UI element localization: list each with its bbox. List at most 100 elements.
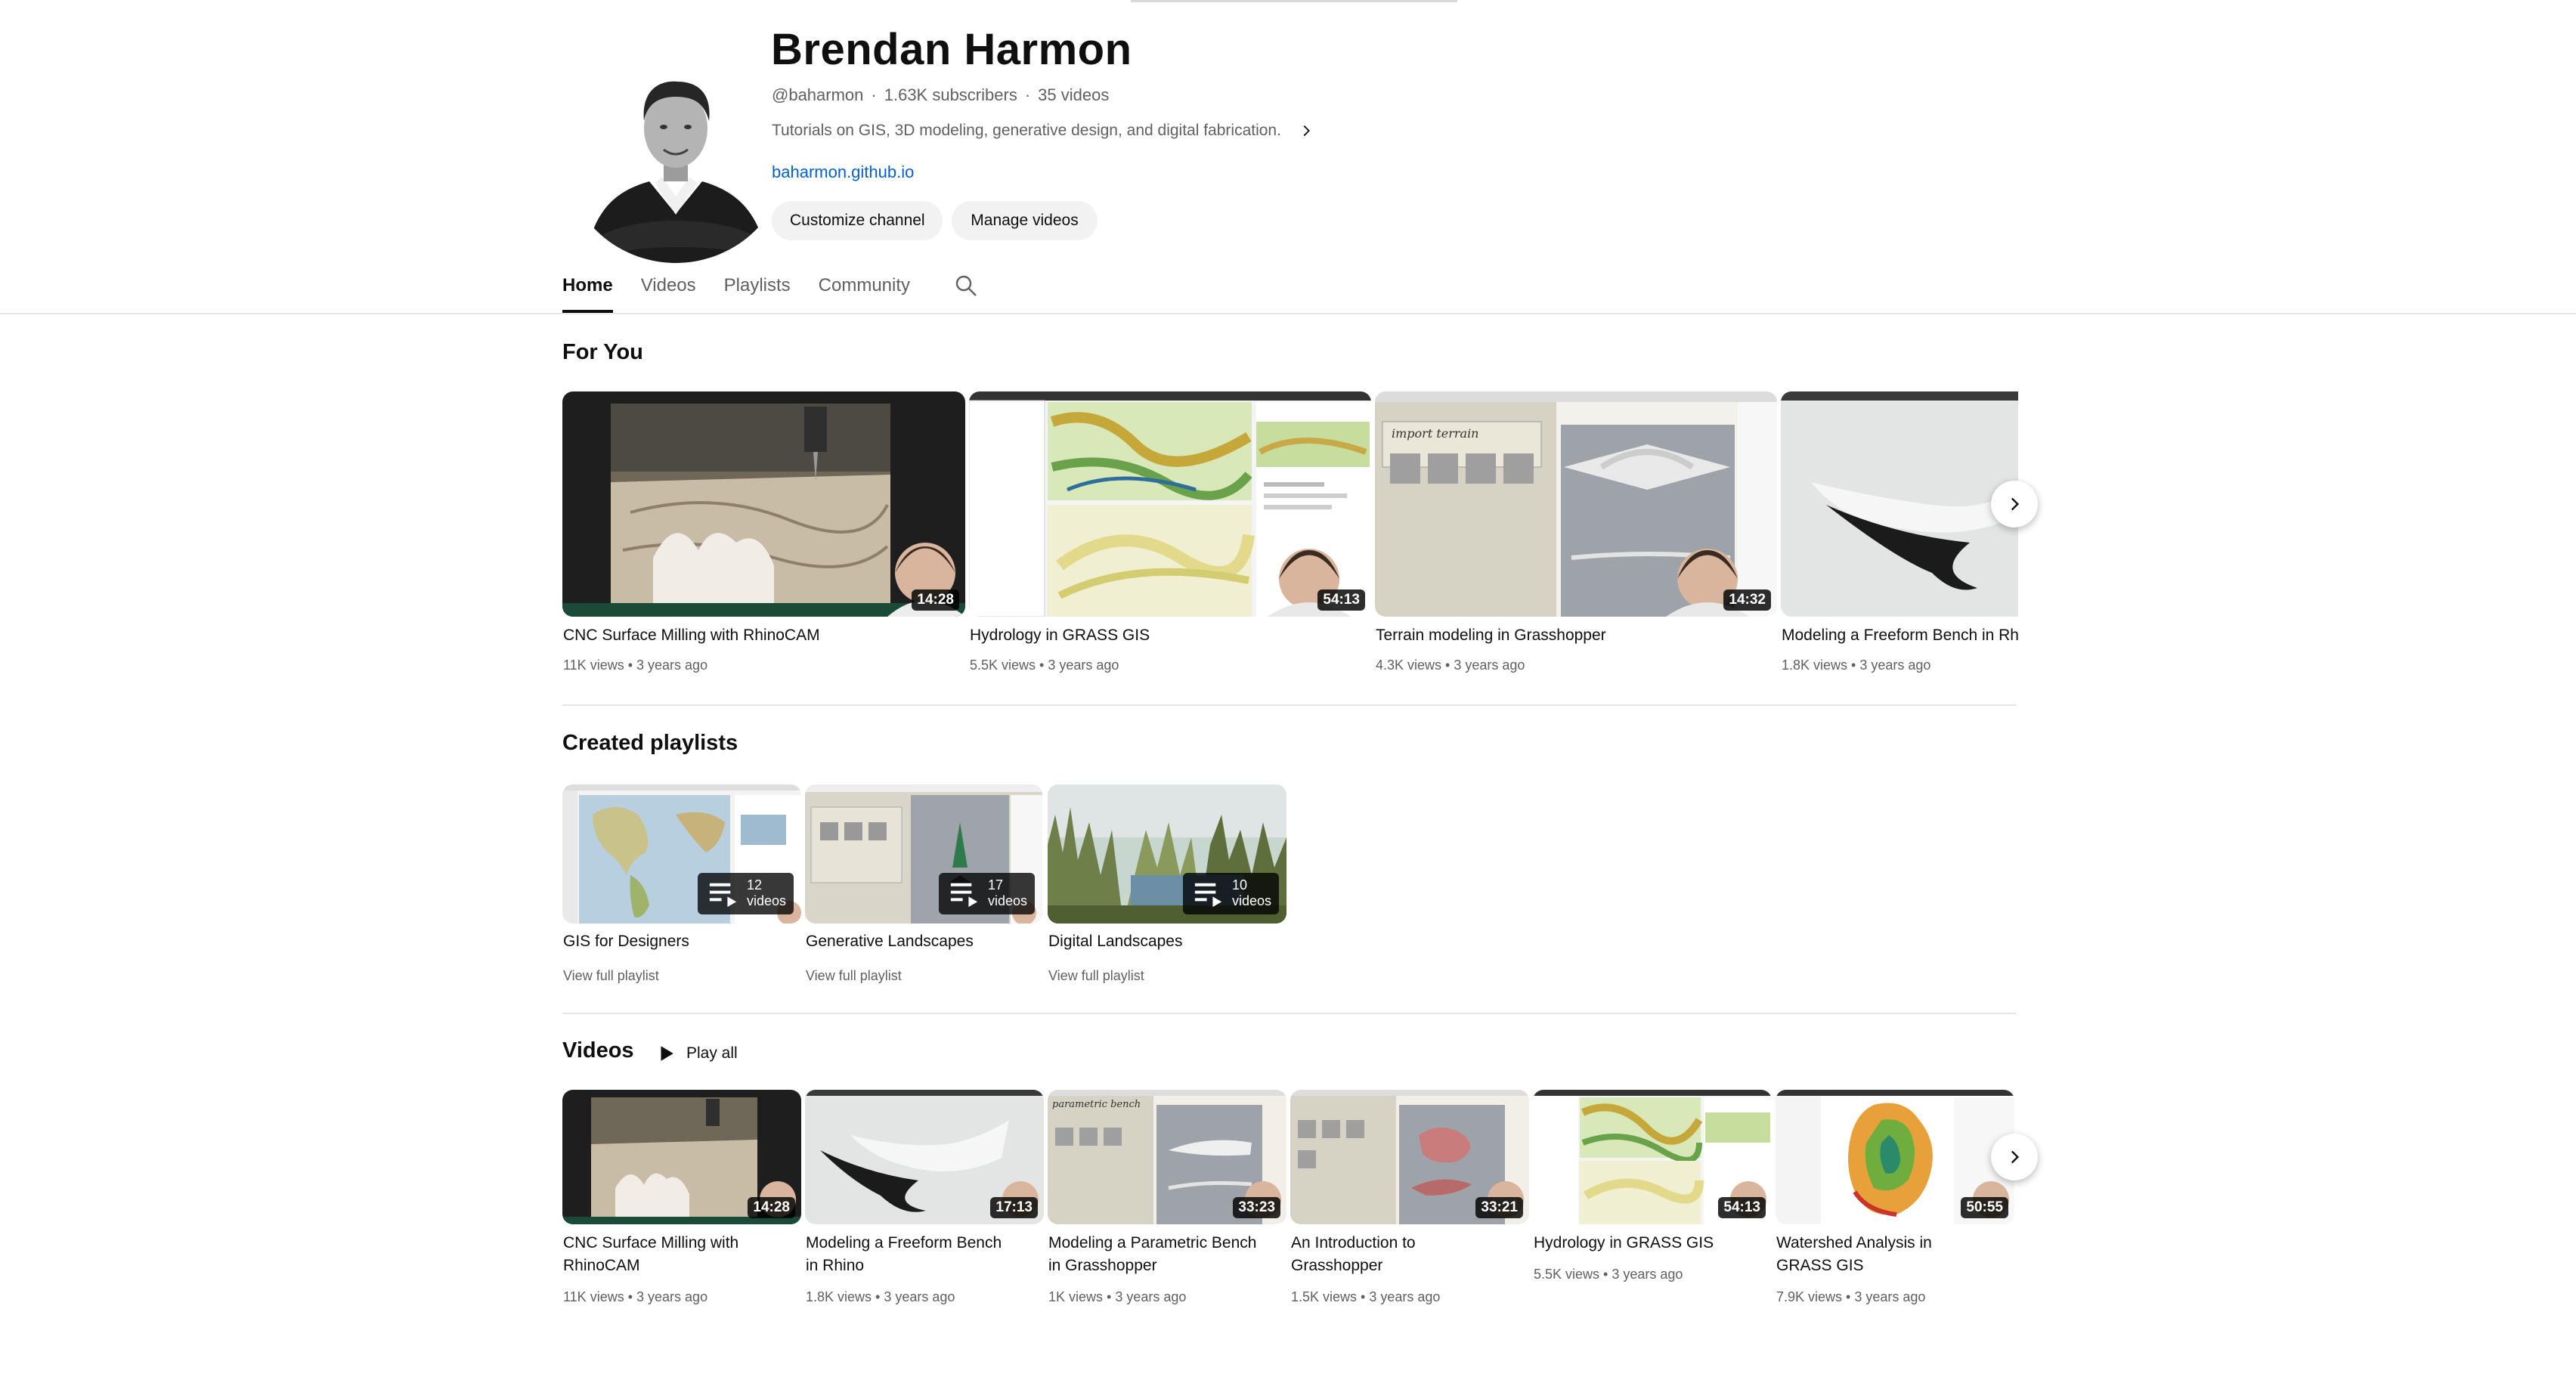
tabs-divider bbox=[0, 313, 2576, 314]
section-title-for-you: For You bbox=[562, 340, 643, 364]
video-views: 5.5K views bbox=[970, 657, 1036, 673]
chevron-right-icon bbox=[2011, 497, 2020, 511]
video-meta: 11K views • 3 years ago bbox=[563, 657, 708, 673]
video-duration: 50:55 bbox=[1961, 1197, 2008, 1218]
video-thumbnail[interactable]: parametric bench 33:23 bbox=[1048, 1090, 1286, 1224]
channel-description[interactable]: Tutorials on GIS, 3D modeling, generativ… bbox=[772, 122, 1314, 140]
cnc-milling-thumbnail-image bbox=[562, 391, 965, 617]
video-views: 1.8K views bbox=[1782, 657, 1848, 673]
playlist-title[interactable]: GIS for Designers bbox=[563, 933, 689, 951]
video-title-line: Hydrology in GRASS GIS bbox=[1534, 1234, 1714, 1252]
video-thumbnail[interactable]: 17:13 bbox=[805, 1090, 1044, 1224]
video-title[interactable]: Modeling a Freeform Bench in Rhino bbox=[806, 1232, 1002, 1277]
video-title[interactable]: Modeling a Parametric Bench in Grasshoppe… bbox=[1048, 1232, 1256, 1277]
tab-videos[interactable]: Videos bbox=[641, 266, 696, 313]
thumbnail-overlay-text: import terrain bbox=[1392, 426, 1479, 441]
channel-tabs: Home Videos Playlists Community bbox=[562, 266, 938, 313]
play-all-button[interactable]: Play all bbox=[656, 1038, 738, 1069]
video-title[interactable]: Hydrology in GRASS GIS bbox=[1534, 1232, 1714, 1255]
video-duration: 14:32 bbox=[1723, 589, 1771, 611]
terrain-modeling-thumbnail-image bbox=[1375, 391, 1777, 617]
video-title[interactable]: Hydrology in GRASS GIS bbox=[970, 624, 1150, 647]
video-meta: 5.5K views • 3 years ago bbox=[1534, 1267, 1683, 1282]
video-age: 3 years ago bbox=[1115, 1289, 1187, 1304]
channel-avatar[interactable] bbox=[562, 36, 789, 263]
subscriber-count: 1.63K subscribers bbox=[884, 85, 1017, 104]
view-full-playlist-link[interactable]: View full playlist bbox=[1048, 968, 1144, 984]
customize-channel-button[interactable]: Customize channel bbox=[772, 201, 943, 240]
hydrology-thumbnail-image bbox=[969, 391, 1371, 617]
search-icon[interactable] bbox=[954, 274, 978, 298]
tab-playlists[interactable]: Playlists bbox=[724, 266, 791, 313]
video-meta: 1K views • 3 years ago bbox=[1048, 1289, 1187, 1304]
shelf-next-button[interactable] bbox=[1991, 481, 2038, 528]
video-title-line: in Grasshopper bbox=[1048, 1257, 1157, 1274]
play-all-label: Play all bbox=[686, 1044, 738, 1062]
playlist-count: 17 videos bbox=[987, 877, 1027, 909]
video-title-line: Watershed Analysis in bbox=[1776, 1234, 1932, 1252]
play-icon bbox=[661, 1046, 673, 1061]
video-views: 1K views bbox=[1048, 1289, 1104, 1304]
video-thumbnail[interactable]: 54:13 bbox=[1533, 1090, 1772, 1224]
video-title-line: An Introduction to bbox=[1291, 1234, 1416, 1252]
video-thumbnail[interactable] bbox=[1781, 391, 2018, 617]
video-thumbnail[interactable]: 14:28 bbox=[562, 1090, 801, 1224]
video-title[interactable]: Watershed Analysis in GRASS GIS bbox=[1776, 1232, 1932, 1277]
video-views: 7.9K views bbox=[1776, 1289, 1843, 1304]
video-meta: 11K views • 3 years ago bbox=[563, 1289, 708, 1304]
thumbnail-overlay-text: parametric bench bbox=[1052, 1099, 1141, 1110]
video-title[interactable]: CNC Surface Milling with RhinoCAM bbox=[563, 624, 820, 647]
video-duration: 14:28 bbox=[912, 589, 959, 611]
video-thumbnail[interactable]: 14:28 bbox=[562, 391, 965, 617]
playlist-thumbnail[interactable]: 10 videos bbox=[1048, 784, 1286, 924]
channel-meta: @baharmon · 1.63K subscribers · 35 videos bbox=[772, 85, 1109, 105]
video-views: 11K views bbox=[563, 657, 624, 673]
scroll-indicator bbox=[1131, 0, 1457, 2]
video-meta: 1.8K views • 3 years ago bbox=[1782, 657, 1931, 673]
video-thumbnail[interactable]: 54:13 bbox=[969, 391, 1371, 617]
video-thumbnail[interactable]: import terrain 14:32 bbox=[1375, 391, 1777, 617]
view-full-playlist-link[interactable]: View full playlist bbox=[563, 968, 659, 984]
video-thumbnail[interactable]: 33:21 bbox=[1290, 1090, 1529, 1224]
video-duration: 14:28 bbox=[748, 1197, 795, 1218]
video-meta: 4.3K views • 3 years ago bbox=[1376, 657, 1525, 673]
video-age: 3 years ago bbox=[1612, 1267, 1683, 1282]
video-title[interactable]: Terrain modeling in Grasshopper bbox=[1376, 624, 1606, 647]
view-full-playlist-link[interactable]: View full playlist bbox=[806, 968, 902, 984]
video-title[interactable]: Modeling a Freeform Bench in Rhino bbox=[1782, 624, 2018, 647]
playlist-title[interactable]: Digital Landscapes bbox=[1048, 933, 1182, 951]
section-title-videos: Videos bbox=[562, 1038, 634, 1063]
playlist-title[interactable]: Generative Landscapes bbox=[806, 933, 974, 951]
shelf-next-button[interactable] bbox=[1991, 1134, 2038, 1180]
video-meta: 1.5K views • 3 years ago bbox=[1291, 1289, 1441, 1304]
video-age: 3 years ago bbox=[1048, 657, 1119, 673]
playlist-thumbnail[interactable]: 12 videos bbox=[562, 784, 801, 924]
channel-description-text: Tutorials on GIS, 3D modeling, generativ… bbox=[772, 122, 1281, 139]
video-title[interactable]: An Introduction to Grasshopper bbox=[1291, 1232, 1416, 1277]
avatar-portrait bbox=[562, 36, 789, 263]
playlist-count: 12 videos bbox=[746, 877, 786, 909]
chevron-right-icon bbox=[1303, 125, 1310, 137]
channel-link[interactable]: baharmon.github.io bbox=[772, 162, 914, 182]
video-thumbnail[interactable]: 50:55 bbox=[1776, 1090, 2014, 1224]
video-views: 5.5K views bbox=[1534, 1267, 1600, 1282]
video-title-line: Modeling a Parametric Bench bbox=[1048, 1234, 1257, 1252]
channel-name: Brendan Harmon bbox=[771, 25, 1132, 74]
tab-home[interactable]: Home bbox=[562, 266, 613, 313]
video-age: 3 years ago bbox=[1854, 1289, 1926, 1304]
section-title-playlists: Created playlists bbox=[562, 731, 738, 755]
manage-videos-button[interactable]: Manage videos bbox=[952, 201, 1098, 240]
playlist-count-badge: 17 videos bbox=[938, 872, 1035, 914]
video-title[interactable]: CNC Surface Milling with RhinoCAM bbox=[563, 1232, 738, 1277]
video-views: 4.3K views bbox=[1376, 657, 1442, 673]
meta-separator: · bbox=[871, 85, 877, 104]
meta-separator: · bbox=[1024, 85, 1031, 104]
video-duration: 54:13 bbox=[1718, 1197, 1766, 1218]
video-duration: 54:13 bbox=[1317, 589, 1365, 611]
video-views: 1.8K views bbox=[806, 1289, 872, 1304]
video-age: 3 years ago bbox=[884, 1289, 955, 1304]
playlist-thumbnail[interactable]: 17 videos bbox=[805, 784, 1042, 924]
tab-community[interactable]: Community bbox=[819, 266, 910, 313]
video-age: 3 years ago bbox=[1454, 657, 1525, 673]
video-meta: 1.8K views • 3 years ago bbox=[806, 1289, 955, 1304]
